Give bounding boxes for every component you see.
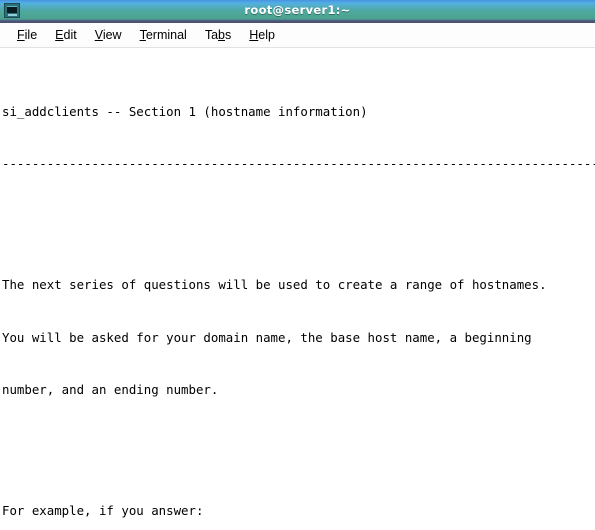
- terminal-output: si_addclients -- Section 1 (hostname inf…: [2, 51, 595, 530]
- terminal-line-separator: ----------------------------------------…: [2, 156, 595, 172]
- terminal-line-header: si_addclients -- Section 1 (hostname inf…: [2, 104, 368, 120]
- menu-label-tabs-a: Ta: [204, 28, 219, 42]
- menu-label-terminal-rest: erminal: [145, 28, 187, 42]
- terminal-line-intro-1: You will be asked for your domain name, …: [2, 329, 532, 345]
- menu-bar: File Edit View Terminal Tabs Help: [0, 23, 595, 48]
- menu-item-help[interactable]: Help: [240, 26, 284, 44]
- menu-label-file-rest: ile: [24, 28, 38, 42]
- menu-item-view[interactable]: View: [86, 26, 131, 44]
- window-titlebar[interactable]: root@server1:~: [0, 0, 595, 23]
- terminal-window: root@server1:~ File Edit View Terminal T…: [0, 0, 595, 530]
- menu-item-terminal[interactable]: Terminal: [131, 26, 196, 44]
- menu-label-help-rest: elp: [258, 28, 275, 42]
- menu-label-tabs-b: s: [225, 28, 232, 42]
- terminal-line-intro-0: The next series of questions will be use…: [2, 277, 547, 293]
- terminal-line-example-heading: For example, if you answer:: [2, 502, 204, 518]
- window-title: root@server1:~: [244, 3, 351, 17]
- terminal-line-intro-2: number, and an ending number.: [2, 381, 219, 397]
- menu-item-file[interactable]: File: [8, 26, 46, 44]
- menu-label-view-rest: iew: [102, 28, 122, 42]
- menu-item-edit[interactable]: Edit: [46, 26, 86, 44]
- terminal-screen[interactable]: si_addclients -- Section 1 (hostname inf…: [0, 48, 595, 530]
- menu-item-tabs[interactable]: Tabs: [196, 26, 240, 44]
- menu-label-edit-rest: dit: [63, 28, 77, 42]
